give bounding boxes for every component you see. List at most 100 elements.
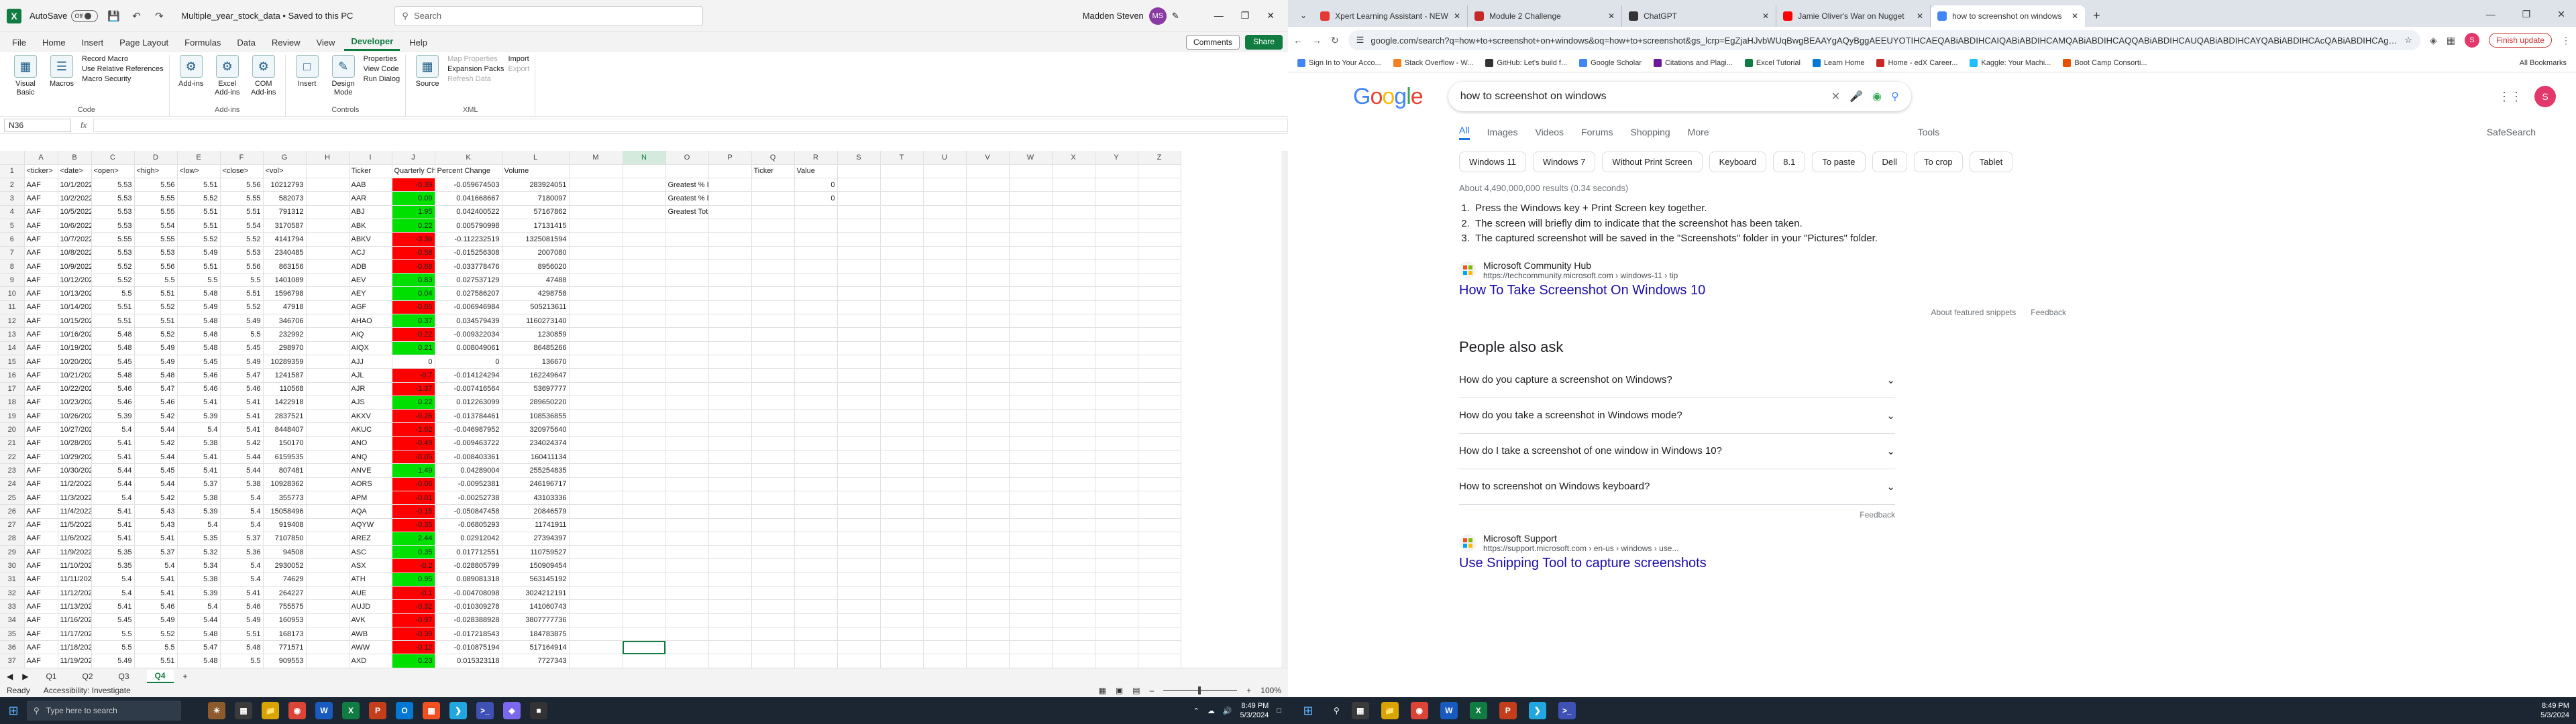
cell[interactable] <box>623 327 666 342</box>
cell[interactable] <box>1095 422 1138 437</box>
cell[interactable] <box>966 504 1010 519</box>
macros-button[interactable]: ☰ Macros <box>46 55 78 106</box>
taskbar-search[interactable]: ⚲ Type here to search <box>27 701 181 721</box>
cell[interactable]: 160953 <box>263 613 307 627</box>
cell[interactable] <box>837 422 881 437</box>
cell[interactable]: 1230859 <box>502 327 570 342</box>
cell[interactable] <box>1052 355 1095 369</box>
tools-button[interactable]: Tools <box>1918 127 1940 137</box>
cell[interactable] <box>1009 599 1053 614</box>
cell[interactable]: AAF <box>24 314 58 328</box>
refine-chip[interactable]: To crop <box>1913 152 1963 172</box>
cell[interactable] <box>1052 436 1095 451</box>
cell[interactable] <box>708 572 752 587</box>
cell[interactable] <box>306 164 350 179</box>
cell[interactable]: -0.32 <box>392 599 435 614</box>
cell[interactable]: 5.41 <box>91 599 135 614</box>
lens-icon[interactable]: ◉ <box>1872 90 1882 103</box>
cell[interactable]: 5.53 <box>91 219 135 233</box>
cell[interactable] <box>1095 599 1138 614</box>
cell[interactable]: -0.66 <box>392 259 435 274</box>
cell[interactable]: 5.45 <box>134 463 178 478</box>
cell[interactable]: -0.033778476 <box>435 259 502 274</box>
cell[interactable] <box>623 491 666 505</box>
cell[interactable] <box>665 532 709 546</box>
cell[interactable]: AAF <box>24 396 58 410</box>
cell[interactable] <box>837 599 881 614</box>
cell[interactable] <box>1009 422 1053 437</box>
cell[interactable] <box>923 368 967 383</box>
cell[interactable] <box>708 436 752 451</box>
cell[interactable]: AAF <box>24 654 58 668</box>
cell[interactable] <box>1009 518 1053 532</box>
name-box[interactable]: N36 <box>4 118 71 132</box>
cell[interactable] <box>623 286 666 301</box>
cell[interactable]: 3170587 <box>263 219 307 233</box>
cell[interactable]: -0.028388928 <box>435 613 502 627</box>
cell[interactable] <box>665 422 709 437</box>
cell[interactable] <box>837 477 881 491</box>
windows-start-icon[interactable]: ⊞ <box>0 704 27 718</box>
cell[interactable] <box>306 191 350 206</box>
cell[interactable]: AQA <box>349 504 392 519</box>
cell[interactable] <box>665 586 709 601</box>
bookmark-item[interactable]: Boot Camp Consorti... <box>2063 58 2147 67</box>
cell[interactable] <box>708 314 752 328</box>
cell[interactable] <box>837 286 881 301</box>
cell[interactable]: -0.1 <box>392 586 435 601</box>
cell[interactable] <box>569 219 623 233</box>
cell[interactable] <box>966 314 1010 328</box>
excel-addins-button[interactable]: ⚙ Excel Add-ins <box>211 55 244 106</box>
cell[interactable] <box>1138 382 1181 396</box>
chrome-icon[interactable]: ◉ <box>1410 702 1428 719</box>
cell[interactable]: 5.47 <box>134 382 178 396</box>
cell[interactable]: 11/11/2022 <box>58 572 92 587</box>
cell[interactable] <box>1052 491 1095 505</box>
insert-control-button[interactable]: □ Insert <box>291 55 323 106</box>
cell[interactable]: 5.43 <box>134 518 178 532</box>
cell[interactable] <box>306 627 350 642</box>
row-header[interactable]: 4 <box>0 205 25 219</box>
cell[interactable]: 184783875 <box>502 627 570 642</box>
cell[interactable] <box>623 532 666 546</box>
cell[interactable] <box>1138 314 1181 328</box>
cell[interactable] <box>837 409 881 424</box>
cell[interactable] <box>1052 368 1095 383</box>
cell[interactable] <box>1009 654 1053 668</box>
cell[interactable] <box>1095 164 1138 179</box>
cell[interactable] <box>1138 422 1181 437</box>
cell[interactable]: -0.15 <box>392 504 435 519</box>
paa-question[interactable]: How do I take a screenshot of one window… <box>1459 434 1895 469</box>
cell[interactable] <box>751 327 795 342</box>
cell[interactable] <box>1009 178 1053 192</box>
cell[interactable]: ANVE <box>349 463 392 478</box>
cell[interactable]: 0.034579439 <box>435 314 502 328</box>
cell[interactable] <box>665 246 709 260</box>
cell[interactable] <box>751 640 795 655</box>
cell[interactable] <box>1009 232 1053 247</box>
cell[interactable] <box>306 341 350 355</box>
column-header-v[interactable]: V <box>966 151 1010 165</box>
cell[interactable] <box>569 436 623 451</box>
search-tab-images[interactable]: Images <box>1487 127 1518 137</box>
cell[interactable]: 5.54 <box>220 219 264 233</box>
bookmark-item[interactable]: Excel Tutorial <box>1744 58 1801 67</box>
cell[interactable] <box>880 436 924 451</box>
cell[interactable] <box>1052 504 1095 519</box>
cell[interactable]: ABJ <box>349 205 392 219</box>
powerpoint-icon[interactable]: P <box>369 702 386 719</box>
cell[interactable]: 5.48 <box>177 327 221 342</box>
cell[interactable]: 0.015323118 <box>435 654 502 668</box>
cell[interactable] <box>880 640 924 655</box>
cell[interactable]: 5.46 <box>177 368 221 383</box>
cell[interactable]: 5.37 <box>177 477 221 491</box>
cell[interactable] <box>306 491 350 505</box>
cell[interactable]: 5.41 <box>91 532 135 546</box>
cell[interactable]: 47488 <box>502 273 570 288</box>
cell[interactable]: 5.45 <box>177 355 221 369</box>
row-header[interactable]: 20 <box>0 422 25 437</box>
cell[interactable] <box>569 273 623 288</box>
profile-avatar[interactable]: S <box>2464 33 2479 48</box>
cell[interactable]: 320975640 <box>502 422 570 437</box>
cell[interactable] <box>1095 286 1138 301</box>
